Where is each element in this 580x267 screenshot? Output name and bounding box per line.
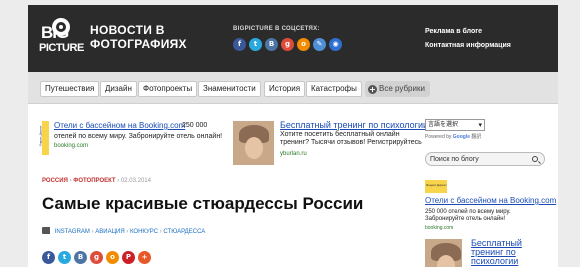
tag-stewardess[interactable]: СТЮАРДЕССА [163,229,205,235]
ad-price: 250 000 [182,122,208,129]
search-icon[interactable] [532,156,538,162]
odnoklassniki-icon[interactable]: o [106,251,119,264]
twitter-icon[interactable]: t [249,38,262,51]
language-select[interactable]: 言語を選択 [425,119,485,131]
nav-item-design[interactable]: Дизайн [100,81,137,97]
article-share-icons: f t Bg o P + [42,251,151,264]
article-title: Самые красивые стюардессы России [42,194,364,213]
ad-woman-photo [233,121,274,165]
livejournal-icon[interactable]: ✎ [313,38,326,51]
all-categories-label: Все рубрики [379,84,425,93]
header-links: Реклама в блоге Контактная информация [425,25,511,53]
plus-icon: + [368,85,377,94]
sidebar-ad-description: 250 000 отелей по всему миру. Забронируй… [425,209,511,222]
breadcrumb-photoproject[interactable]: ФОТОПРОЕКТ [73,178,115,184]
rss-icon[interactable]: ◉ [329,38,342,51]
sidebar-ad-url[interactable]: booking.com [425,225,453,231]
ad-description: Хотите посетить бесплатный онлайн тренин… [280,131,422,146]
yandex-direct-label: Яндекс.Директ [426,183,447,187]
social-label: BIGPICTURE В СОЦСЕТЯХ: [233,26,320,32]
yandex-ad-booking[interactable]: Яндекс.Директ Отели с бассейном на Booki… [38,121,227,157]
ad-url[interactable]: booking.com [54,143,88,149]
photo-face [245,137,263,159]
twitter-icon[interactable]: t [58,251,71,264]
camera-lens-icon [52,18,70,36]
post-date: 02.03.2014 [120,178,151,184]
yandex-direct-tag: Яндекс.Директ [425,180,447,193]
tag-instagram[interactable]: INSTAGRAM [55,229,90,235]
google-plus-icon[interactable]: g [90,251,103,264]
contacts-link[interactable]: Контактная информация [425,39,511,53]
tag-contest[interactable]: КОНКУРС [130,229,158,235]
google-plus-icon[interactable]: g [281,38,294,51]
sidebar-ad-title[interactable]: Отели с бассейном на Booking.com [425,196,556,205]
site-header: BIG PICTURE НОВОСТИ В ФОТОГРАФИЯХ BIGPIC… [28,5,558,72]
facebook-icon[interactable]: f [233,38,246,51]
translate-link[interactable]: 翻訳 [471,134,481,140]
breadcrumb: РОССИЯ › ФОТОПРОЕКТ › 02.03.2014 [42,178,151,184]
more-share-icon[interactable]: + [138,251,151,264]
all-categories-button[interactable]: + Все рубрики [365,81,430,97]
header-social-icons: f t Bg o ✎ ◉ [233,38,342,51]
nav-item-celebrities[interactable]: Знаменитости [198,81,261,97]
tag-aviation[interactable]: АВИАЦИЯ [95,229,124,235]
search-placeholder: Поиск по блогу [430,156,479,163]
nav-item-photoprojects[interactable]: Фотопроекты [138,81,198,97]
sidebar-ad-psychology[interactable]: Бесплатный тренинг по психологии [425,239,555,267]
blog-search-field[interactable]: Поиск по блогу [425,152,545,166]
pinterest-icon[interactable]: P [122,251,135,264]
bigpicture-logo[interactable]: BIG PICTURE [39,16,84,63]
nav-item-disasters[interactable]: Катастрофы [306,81,362,97]
site-title: НОВОСТИ В ФОТОГРАФИЯХ [90,23,187,51]
ad-description: отелей по всему миру. Забронируйте отель… [54,133,223,140]
yandex-direct-label: Яндекс.Директ [38,125,43,147]
tag-icon [42,227,50,234]
powered-by-text: Powered by [425,134,452,140]
advertising-link[interactable]: Реклама в блоге [425,25,511,39]
google-translate-widget: 言語を選択 Powered by Google 翻訳 [425,119,485,140]
ad-url[interactable]: yburlan.ru [280,151,307,157]
nav-item-history[interactable]: История [264,81,306,97]
sidebar-ad2-title[interactable]: Бесплатный тренинг по психологии [471,239,551,266]
psychology-ad[interactable]: Бесплатный тренинг по психологии Хотите … [233,118,433,166]
vk-icon[interactable]: B [74,251,87,264]
powered-by-google: Powered by Google 翻訳 [425,133,485,140]
google-logo-text: Google [452,134,471,140]
ad-title[interactable]: Отели с бассейном на Booking.com [54,121,185,130]
nav-item-travel[interactable]: Путешествия [40,81,100,97]
vk-icon[interactable]: B [265,38,278,51]
sidebar-ad-photo [425,239,462,267]
facebook-icon[interactable]: f [42,251,55,264]
yandex-direct-tag: Яндекс.Директ [38,121,49,155]
odnoklassniki-icon[interactable]: o [297,38,310,51]
page: BIG PICTURE НОВОСТИ В ФОТОГРАФИЯХ BIGPIC… [28,5,558,267]
logo-mark: BIG [39,16,79,42]
logo-picture-text: PICTURE [39,42,84,54]
ad-title[interactable]: Бесплатный тренинг по психологии [280,120,428,130]
category-nav: Путешествия Дизайн Фотопроекты Знаменито… [28,72,558,104]
article-tags: INSTAGRAM › АВИАЦИЯ › КОНКУРС › СТЮАРДЕС… [42,227,205,235]
breadcrumb-russia[interactable]: РОССИЯ [42,178,68,184]
